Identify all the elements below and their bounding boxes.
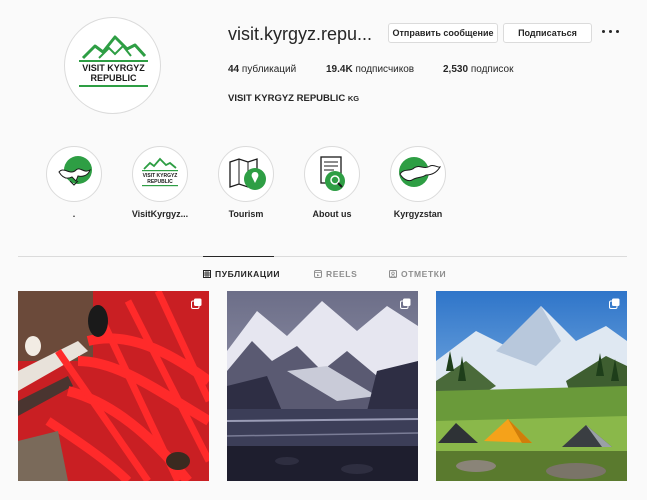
country-code: KG: [347, 94, 360, 103]
mountain-lake-photo: [227, 291, 418, 481]
story-highlight[interactable]: About us: [302, 146, 362, 219]
story-highlight[interactable]: Tourism: [216, 146, 276, 219]
tabs-divider: [18, 256, 627, 257]
story-highlight[interactable]: VISIT KYRGYZ REPUBLIC VisitKyrgyz...: [130, 146, 190, 219]
post-thumbnail[interactable]: [436, 291, 627, 481]
logo-text-line1: VISIT KYRGYZ: [82, 63, 145, 73]
following-stat[interactable]: 2,530 подписок: [443, 64, 513, 75]
followers-label: подписчиков: [355, 64, 415, 75]
visit-kyrgyz-logo-icon: VISIT KYRGYZ REPUBLIC: [142, 157, 178, 187]
tourism-map-icon: [229, 158, 266, 190]
tab-tagged-label: ОТМЕТКИ: [401, 269, 447, 279]
posts-label: публикаций: [241, 64, 297, 75]
posts-count: 44: [228, 64, 240, 75]
kyrgyzstan-map-icon: [399, 157, 442, 187]
carousel-icon: [609, 298, 620, 309]
tab-reels[interactable]: REELS: [314, 269, 357, 279]
yurt-interior-photo: [18, 291, 209, 481]
visit-kyrgyz-logo: VISIT KYRGYZ REPUBLIC: [79, 35, 148, 87]
followers-stat[interactable]: 19.4K подписчиков: [326, 64, 414, 75]
highlight-label: Kyrgyzstan: [393, 209, 443, 219]
about-us-document-icon: [320, 156, 345, 191]
story-highlight[interactable]: Kyrgyzstan: [388, 146, 448, 219]
tab-reels-label: REELS: [326, 269, 358, 279]
camping-tents-photo: [436, 291, 627, 481]
carousel-icon: [191, 298, 202, 309]
fullname-text: VISIT KYRGYZ REPUBLIC: [228, 93, 346, 104]
highlight-label: Tourism: [228, 209, 264, 219]
mini-logo-text2: REPUBLIC: [147, 179, 173, 185]
profile-avatar[interactable]: VISIT KYRGYZ REPUBLIC: [64, 17, 161, 114]
kyrgyz-map-bird-icon: [58, 156, 92, 186]
tab-posts[interactable]: ПУБЛИКАЦИИ: [203, 269, 280, 279]
follow-button[interactable]: Подписаться: [503, 23, 592, 43]
post-thumbnail[interactable]: [18, 291, 209, 481]
posts-stat: 44 публикаций: [228, 64, 296, 75]
more-options-icon[interactable]: [602, 27, 620, 37]
following-label: подписок: [470, 64, 514, 75]
story-highlight[interactable]: .: [44, 146, 104, 219]
followers-count: 19.4K: [326, 64, 353, 75]
profile-fullname: VISIT KYRGYZ REPUBLIC KG: [228, 93, 359, 104]
highlight-label: About us: [312, 209, 352, 219]
reels-icon: [314, 270, 322, 278]
tab-posts-label: ПУБЛИКАЦИИ: [215, 269, 281, 279]
highlight-label: VisitKyrgyz...: [131, 209, 189, 219]
tab-tagged[interactable]: ОТМЕТКИ: [389, 269, 446, 279]
grid-icon: [203, 270, 211, 278]
tagged-icon: [389, 270, 397, 278]
post-thumbnail[interactable]: [227, 291, 418, 481]
logo-text-line2: REPUBLIC: [90, 73, 137, 83]
profile-username: visit.kyrgyz.repu...: [228, 24, 373, 44]
carousel-icon: [400, 298, 411, 309]
send-message-button[interactable]: Отправить сообщение: [388, 23, 498, 43]
following-count: 2,530: [443, 64, 469, 75]
active-tab-indicator: [203, 256, 274, 257]
highlight-label: .: [72, 209, 76, 219]
